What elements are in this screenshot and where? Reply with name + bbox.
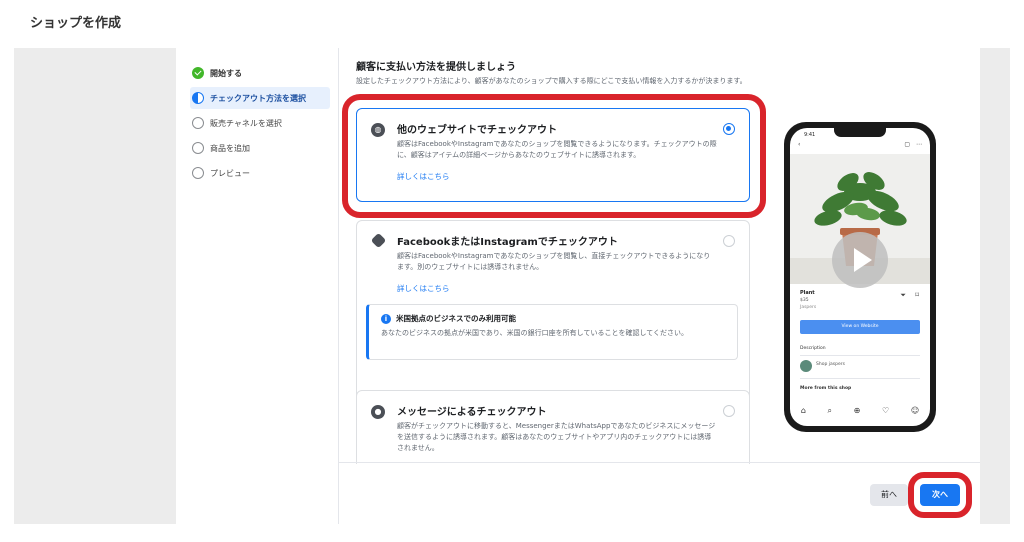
bookmark-icon: ⌑ bbox=[915, 291, 919, 299]
half-circle-icon bbox=[192, 92, 204, 104]
status-time: 9:41 bbox=[804, 132, 816, 138]
phone-screen: 9:41 ‹ ▢ ⋯ Plant $35 Jaspers ⏷ ⌑ View on… bbox=[790, 128, 930, 426]
shop-name: Shop jaspers bbox=[816, 362, 845, 367]
option-title: FacebookまたはInstagramでチェックアウト bbox=[397, 237, 618, 248]
phone-preview: 9:41 ‹ ▢ ⋯ Plant $35 Jaspers ⏷ ⌑ View on… bbox=[784, 122, 936, 432]
next-button[interactable]: 次へ bbox=[920, 484, 960, 506]
product-name: Plant bbox=[800, 290, 815, 296]
steps-sidebar: 開始する チェックアウト方法を選択 販売チャネルを選択 商品を追加 プレビュー bbox=[190, 62, 330, 187]
step-sales-channel[interactable]: 販売チャネルを選択 bbox=[190, 112, 330, 134]
product-brand: Jaspers bbox=[800, 305, 817, 310]
learn-more-link[interactable]: 詳しくはこちら bbox=[397, 171, 735, 182]
footer-divider bbox=[338, 462, 980, 463]
section-heading: 顧客に支払い方法を提供しましょう bbox=[356, 62, 516, 73]
radio-unselected[interactable] bbox=[723, 405, 735, 417]
us-only-notice: i 米国拠点のビジネスでのみ利用可能 あなたのビジネスの拠点が米国であり、米国の… bbox=[366, 304, 738, 360]
phone-bottom-nav: ⌂ ⌕ ⊕ ♡ ☺ bbox=[790, 406, 930, 416]
phone-frame: 9:41 ‹ ▢ ⋯ Plant $35 Jaspers ⏷ ⌑ View on… bbox=[784, 122, 936, 432]
option-description: 顧客はFacebookやInstagramであなたのショップを閲覧し、直接チェッ… bbox=[397, 252, 711, 271]
option-description: 顧客はFacebookやInstagramであなたのショップを閲覧できるようにな… bbox=[397, 140, 717, 159]
option-messaging[interactable]: ● メッセージによるチェックアウト 顧客がチェックアウトに移動すると、Messe… bbox=[356, 390, 750, 464]
radio-unselected[interactable] bbox=[723, 235, 735, 247]
filter-icon: ⏷ bbox=[900, 291, 906, 299]
option-other-website[interactable]: ◍ 他のウェブサイトでチェックアウト 顧客はFacebookやInstagram… bbox=[356, 108, 750, 202]
info-icon: i bbox=[381, 313, 391, 324]
description-label: Description bbox=[800, 346, 826, 351]
phone-notch bbox=[834, 128, 886, 137]
option-description: 顧客がチェックアウトに移動すると、MessengerまたはWhatsAppであな… bbox=[397, 422, 716, 452]
phone-divider bbox=[800, 378, 920, 379]
step-start[interactable]: 開始する bbox=[190, 62, 330, 84]
cart-icon: ▢ bbox=[904, 141, 910, 148]
check-circle-icon bbox=[192, 67, 204, 79]
step-preview[interactable]: プレビュー bbox=[190, 162, 330, 184]
chevron-left-icon: ‹ bbox=[798, 141, 801, 148]
empty-circle-icon bbox=[192, 117, 204, 129]
home-icon: ⌂ bbox=[800, 406, 806, 415]
more-icon: ⋯ bbox=[916, 141, 922, 148]
more-from-shop-label: More from this shop bbox=[800, 386, 852, 391]
radio-selected[interactable] bbox=[723, 123, 735, 135]
step-label: チェックアウト方法を選択 bbox=[210, 93, 306, 103]
section-subheading: 設定したチェックアウト方法により、顧客があなたのショップで購入する際にどこで支払… bbox=[356, 77, 747, 85]
option-title: 他のウェブサイトでチェックアウト bbox=[397, 125, 557, 136]
step-checkout-method[interactable]: チェックアウト方法を選択 bbox=[190, 87, 330, 109]
globe-icon: ◍ bbox=[371, 123, 385, 137]
step-label: 商品を追加 bbox=[210, 143, 250, 153]
step-label: 開始する bbox=[210, 68, 242, 78]
step-add-products[interactable]: 商品を追加 bbox=[190, 137, 330, 159]
step-label: プレビュー bbox=[210, 168, 250, 178]
notice-title: 米国拠点のビジネスでのみ利用可能 bbox=[396, 314, 516, 323]
product-price: $35 bbox=[800, 298, 809, 303]
play-icon[interactable] bbox=[832, 232, 888, 288]
empty-circle-icon bbox=[192, 167, 204, 179]
chat-bubble-icon: ● bbox=[371, 405, 385, 419]
phone-divider bbox=[800, 355, 920, 356]
search-icon: ⌕ bbox=[827, 406, 833, 415]
view-on-website-button[interactable]: View on Website bbox=[800, 320, 920, 334]
page-title: ショップを作成 bbox=[30, 16, 122, 31]
options-list[interactable]: ◍ 他のウェブサイトでチェックアウト 顧客はFacebookやInstagram… bbox=[346, 92, 766, 464]
content-header: 顧客に支払い方法を提供しましょう 設定したチェックアウト方法により、顧客があなた… bbox=[356, 58, 916, 86]
option-title: メッセージによるチェックアウト bbox=[397, 407, 547, 418]
profile-icon: ☺ bbox=[910, 406, 920, 415]
phone-topbar: ‹ ▢ ⋯ bbox=[790, 140, 930, 154]
back-button[interactable]: 前へ bbox=[870, 484, 908, 506]
step-label: 販売チャネルを選択 bbox=[210, 118, 282, 128]
shop-avatar bbox=[800, 360, 812, 372]
add-icon: ⊕ bbox=[853, 406, 861, 415]
learn-more-link[interactable]: 詳しくはこちら bbox=[397, 283, 735, 294]
sidebar-divider bbox=[338, 48, 339, 524]
notice-body: あなたのビジネスの拠点が米国であり、米国の銀行口座を所有していることを確認してく… bbox=[381, 329, 689, 337]
tag-icon bbox=[370, 232, 387, 249]
empty-circle-icon bbox=[192, 142, 204, 154]
heart-icon: ♡ bbox=[882, 406, 890, 415]
